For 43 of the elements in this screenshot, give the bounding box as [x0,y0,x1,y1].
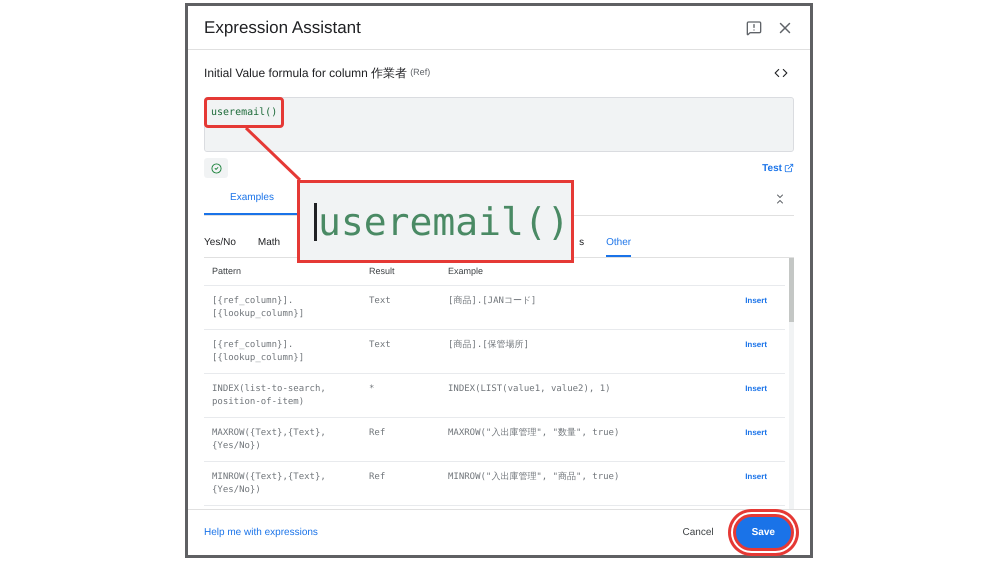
pattern-cell-text: [{ref_column}]. [{lookup_column}] [212,295,306,321]
formula-label: Initial Value formula for column 作業者 [204,65,408,82]
collapse-icon[interactable] [774,193,786,205]
insert-link[interactable]: Insert [745,383,767,395]
formula-value: useremail() [204,97,284,128]
result-cell-text: Text [369,295,392,308]
pattern-cell-text: MAXROW({Text},{Text}, {Yes/No}) [212,427,327,453]
column-header: Pattern [212,264,242,278]
test-link[interactable]: Test [762,160,794,176]
result-cell-text: Ref [369,427,386,440]
help-link[interactable]: Help me with expressions [204,525,318,540]
example-cell-text: [商品].[保管場所] [448,339,530,352]
column-header: Result [369,264,396,278]
category-tab[interactable]: Math [258,235,280,257]
callout-text: useremail() [314,202,570,240]
result-cell-text: Text [369,339,392,352]
example-cell-text: INDEX(LIST(value1, value2), 1) [448,383,611,396]
insert-link[interactable]: Insert [745,339,767,351]
valid-button[interactable] [204,158,228,178]
cancel-button[interactable]: Cancel [674,514,723,551]
category-tab[interactable]: Other [606,235,632,257]
category-tab[interactable]: s [579,235,584,257]
insert-link[interactable]: Insert [745,471,767,483]
result-cell-text: * [369,383,376,396]
scrollbar[interactable] [789,258,794,509]
type-hint: (Ref) [410,66,430,80]
formula-field[interactable]: useremail() [204,97,794,152]
example-cell-text: [商品].[JANコード] [448,295,536,308]
insert-link[interactable]: Insert [745,295,767,307]
example-cell-text: MINROW("入出庫管理", "商品", true) [448,471,620,484]
pattern-cell-text: [{ref_column}]. [{lookup_column}] [212,339,306,365]
pattern-cell-text: INDEX(list-to-search, position-of-item) [212,383,327,409]
code-icon[interactable] [774,66,788,80]
external-link-icon [784,163,794,173]
insert-link[interactable]: Insert [745,427,767,439]
column-header: Example [448,264,484,278]
dialog-title: Expression Assistant [204,16,361,39]
feedback-icon[interactable] [746,20,762,36]
category-tab[interactable]: Yes/No [204,235,236,257]
result-cell-text: Ref [369,471,386,484]
example-cell-text: MAXROW("入出庫管理", "数量", true) [448,427,620,440]
check-icon [210,162,222,174]
pattern-cell-text: MINROW({Text},{Text}, {Yes/No}) [212,471,327,497]
